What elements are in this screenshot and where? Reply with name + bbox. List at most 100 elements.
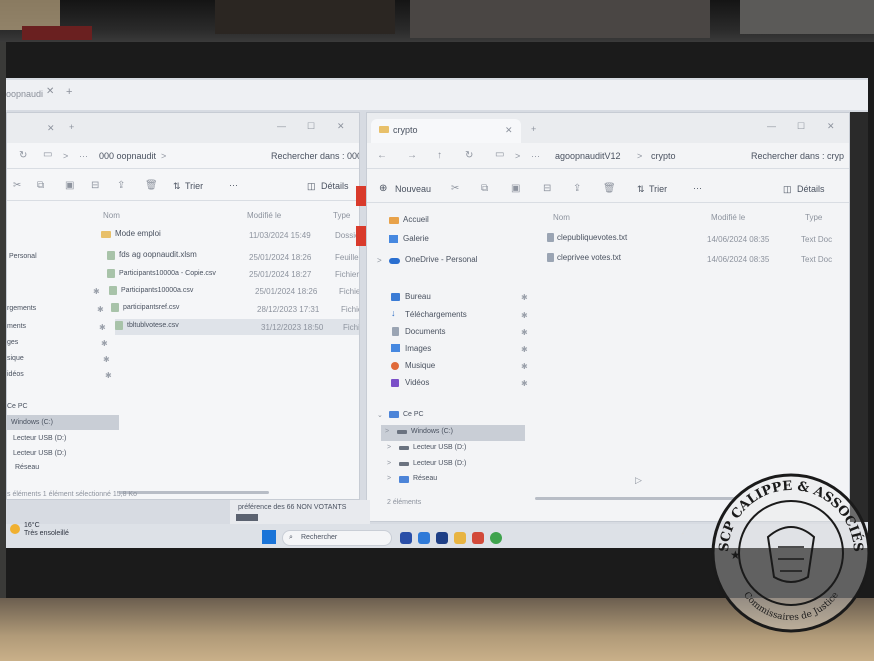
column-header-name[interactable]: Nom — [553, 213, 570, 222]
details-icon[interactable]: ◫ — [783, 184, 792, 195]
search-input[interactable]: Rechercher dans : cryp — [751, 151, 844, 161]
up-arrow-icon[interactable]: ↑ — [437, 150, 442, 161]
breadcrumb-ellipsis[interactable]: ··· — [531, 151, 540, 161]
sort-button[interactable]: Trier — [649, 184, 667, 194]
column-header-modified[interactable]: Modifié le — [247, 211, 281, 220]
rename-icon[interactable]: ⊟ — [543, 183, 551, 194]
delete-icon[interactable]: 🗑 — [603, 183, 616, 194]
new-icon[interactable]: ⊕ — [379, 183, 387, 194]
chevron-right-icon[interactable]: > — [385, 428, 389, 435]
breadcrumb-ellipsis[interactable]: ··· — [79, 151, 88, 161]
images-icon — [391, 344, 400, 352]
nav-item-onedrive[interactable]: Personal — [9, 253, 37, 260]
close-icon[interactable]: ✕ — [47, 123, 55, 134]
strip-button[interactable] — [236, 514, 258, 521]
refresh-icon[interactable]: ↻ — [465, 150, 473, 161]
nav-item-network[interactable]: Réseau — [15, 464, 39, 471]
more-button[interactable]: ··· — [693, 183, 702, 193]
paste-icon[interactable]: ▣ — [65, 180, 74, 191]
nav-item-music[interactable]: sique — [7, 355, 24, 362]
nav-label: Galerie — [403, 234, 429, 243]
search-input[interactable]: Rechercher dans : 000 — [271, 151, 359, 161]
weather-desc: Très ensoleillé — [24, 530, 69, 537]
delete-icon[interactable]: 🗑 — [145, 180, 158, 191]
weather-widget[interactable]: 16°C Très ensoleillé — [10, 520, 69, 538]
chevron-right-icon[interactable]: > — [387, 460, 391, 467]
pin-icon: ✱ — [93, 287, 100, 296]
pin-icon: ✱ — [103, 355, 110, 364]
column-header-modified[interactable]: Modifié le — [711, 213, 745, 222]
nav-item-this-pc[interactable]: Ce PC — [7, 403, 28, 410]
column-header-type[interactable]: Type — [805, 213, 822, 222]
file-modified: 31/12/2023 18:50 — [261, 323, 324, 332]
copy-icon[interactable]: ⧉ — [481, 183, 488, 194]
sort-icon[interactable]: ⇅ — [637, 184, 645, 195]
app-icon[interactable] — [472, 532, 484, 544]
details-button[interactable]: Détails — [321, 181, 349, 191]
close-tab-icon[interactable]: ✕ — [505, 125, 513, 136]
edge-icon[interactable] — [418, 532, 430, 544]
chevron-down-icon[interactable]: ⌄ — [377, 411, 383, 419]
pin-icon: ✱ — [521, 293, 528, 302]
nav-item-documents[interactable]: ments — [7, 323, 26, 330]
file-explorer-icon[interactable] — [454, 532, 466, 544]
nav-item-images[interactable]: ges — [7, 339, 18, 346]
documents-icon — [392, 327, 399, 336]
tab-title[interactable]: crypto — [393, 125, 418, 135]
back-arrow-icon[interactable]: ← — [377, 150, 387, 161]
breadcrumb-folder[interactable]: 000 oopnaudit — [99, 151, 156, 161]
chevron-right-icon[interactable]: > — [387, 444, 391, 451]
more-button[interactable]: ··· — [229, 180, 238, 190]
minimize-icon[interactable]: — — [277, 121, 286, 131]
chevron-right-icon[interactable]: > — [387, 475, 391, 482]
chrome-icon[interactable] — [490, 532, 502, 544]
chevron-right-icon[interactable]: > — [377, 256, 382, 265]
start-button-icon[interactable] — [262, 530, 276, 544]
breadcrumb-current[interactable]: crypto — [651, 151, 676, 161]
sort-icon[interactable]: ⇅ — [173, 181, 181, 192]
close-window-icon[interactable]: ✕ — [337, 121, 345, 132]
pc-icon[interactable]: ▭ — [43, 149, 52, 160]
nav-label: Réseau — [413, 475, 438, 482]
forward-arrow-icon[interactable]: → — [407, 150, 417, 161]
chevron-up-icon[interactable]: ⌃ — [680, 532, 686, 540]
pc-icon[interactable]: ▭ — [495, 149, 504, 160]
cut-icon[interactable]: ✂ — [13, 180, 21, 191]
share-icon[interactable]: ⇪ — [117, 180, 125, 191]
csv-file-icon — [111, 303, 119, 312]
maximize-icon[interactable]: ☐ — [307, 121, 315, 132]
file-name: clepubliquevotes.txt — [557, 233, 628, 242]
horizontal-scrollbar[interactable] — [119, 491, 269, 494]
plus-icon[interactable]: + — [531, 124, 536, 134]
taskbar-search[interactable]: ⌕ Rechercher — [282, 530, 392, 546]
taskview-icon[interactable] — [400, 532, 412, 544]
nav-item-downloads[interactable]: rgements — [7, 305, 36, 312]
close-icon[interactable]: ✕ — [46, 86, 54, 97]
close-window-icon[interactable]: ✕ — [827, 121, 835, 132]
maximize-icon[interactable]: ☐ — [797, 121, 805, 132]
plus-icon[interactable]: + — [66, 86, 72, 98]
nav-item-usb-d[interactable]: Lecteur USB (D:) — [13, 435, 66, 442]
horizontal-scrollbar[interactable] — [535, 497, 735, 500]
new-button[interactable]: Nouveau — [395, 184, 431, 194]
rename-icon[interactable]: ⊟ — [91, 180, 99, 191]
file-explorer-right: crypto ✕ + — ☐ ✕ ← → ↑ ↻ ▭ > ··· agoopna… — [366, 112, 850, 522]
nav-item-usb-d-2[interactable]: Lecteur USB (D:) — [13, 450, 66, 457]
minimize-icon[interactable]: — — [767, 121, 776, 131]
details-icon[interactable]: ◫ — [307, 181, 316, 192]
refresh-icon[interactable]: ↻ — [19, 150, 27, 161]
nav-item-videos[interactable]: idéos — [7, 371, 24, 378]
paste-icon[interactable]: ▣ — [511, 183, 520, 194]
app-icon[interactable] — [436, 532, 448, 544]
nav-item-windows-c[interactable]: Windows (C:) — [11, 419, 53, 426]
details-button[interactable]: Détails — [797, 184, 825, 194]
plus-icon[interactable]: + — [69, 122, 74, 132]
sort-button[interactable]: Trier — [185, 181, 203, 191]
copy-icon[interactable]: ⧉ — [37, 180, 44, 191]
column-header-name[interactable]: Nom — [103, 211, 120, 220]
column-header-type[interactable]: Type — [333, 211, 350, 220]
breadcrumb-parent[interactable]: agoopnauditV12 — [555, 151, 621, 161]
share-icon[interactable]: ⇪ — [573, 183, 581, 194]
nav-label: OneDrive - Personal — [405, 255, 478, 264]
cut-icon[interactable]: ✂ — [451, 183, 459, 194]
